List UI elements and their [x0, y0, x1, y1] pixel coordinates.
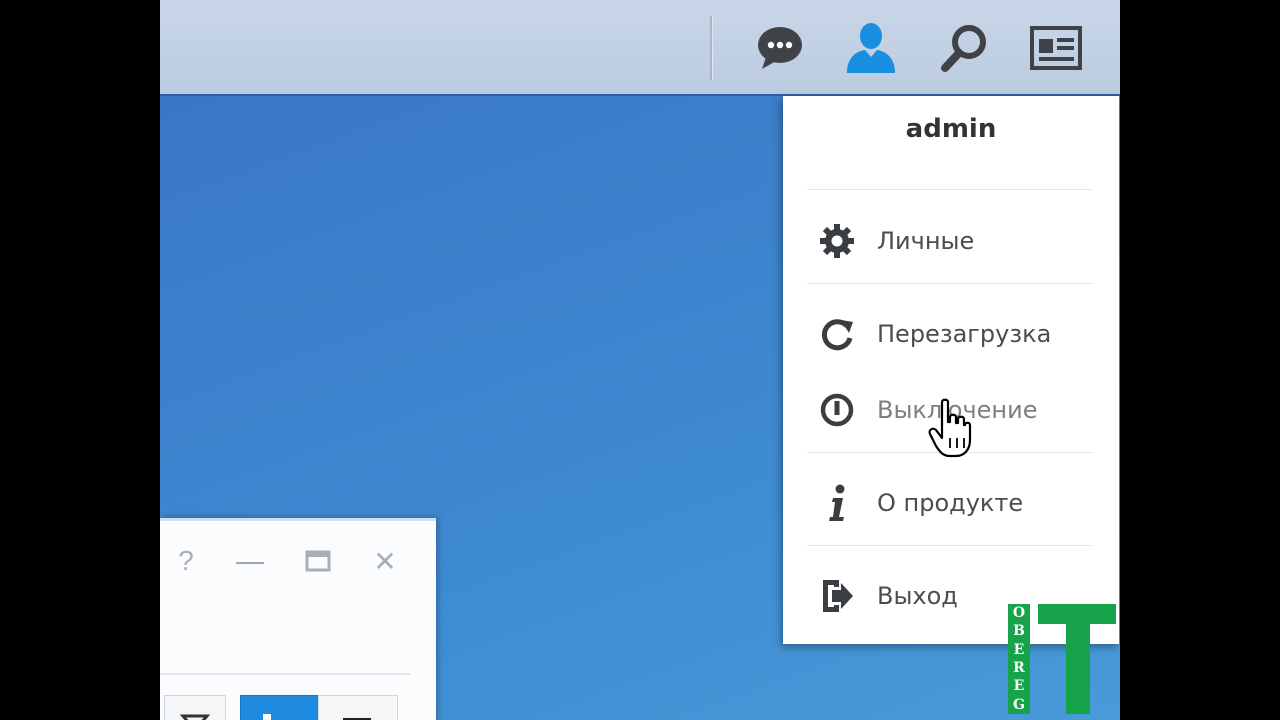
menu-item-label: Выключение: [877, 396, 1038, 424]
search-icon[interactable]: [936, 20, 992, 76]
chat-icon[interactable]: [751, 20, 807, 76]
maximize-button[interactable]: [298, 541, 338, 581]
menu-item-restart[interactable]: Перезагрузка: [807, 304, 1097, 364]
watermark-letter: R: [1013, 660, 1025, 677]
menu-item-shutdown[interactable]: Выключение: [807, 380, 1097, 440]
watermark-t-stem: [1066, 622, 1090, 714]
window-divider: [160, 673, 410, 675]
logout-icon: [817, 576, 857, 616]
watermark-letter: E: [1013, 678, 1025, 695]
menu-divider: [807, 452, 1093, 453]
info-icon: [817, 483, 857, 523]
watermark-letters: O B E R E G: [1008, 604, 1030, 714]
taskbar: [160, 0, 1120, 96]
menu-divider: [807, 545, 1093, 546]
view-list-button[interactable]: [240, 695, 320, 720]
menu-item-personal[interactable]: Личные: [807, 211, 1097, 271]
minimize-button[interactable]: —: [230, 541, 270, 581]
app-window: ? — ✕: [160, 518, 436, 720]
menu-item-label: Личные: [877, 227, 975, 255]
restart-icon: [817, 314, 857, 354]
watermark-letter: G: [1013, 696, 1025, 713]
menu-divider: [807, 189, 1093, 190]
help-button[interactable]: ?: [166, 541, 206, 581]
watermark-logo: O B E R E G: [1008, 604, 1118, 714]
power-icon: [817, 390, 857, 430]
watermark-letter: B: [1013, 623, 1025, 640]
widgets-icon[interactable]: [1028, 20, 1084, 76]
view-grid-button[interactable]: [318, 695, 398, 720]
watermark-letter: E: [1013, 641, 1025, 658]
menu-divider: [807, 283, 1093, 284]
watermark-t-bar: [1038, 604, 1116, 624]
menu-item-label: Перезагрузка: [877, 320, 1052, 348]
gear-icon: [817, 221, 857, 261]
username: admin: [905, 114, 997, 144]
filter-button[interactable]: [164, 695, 226, 720]
menu-item-label: Выход: [877, 582, 958, 610]
menu-item-label: О продукте: [877, 489, 1024, 517]
taskbar-separator: [710, 16, 713, 80]
close-button[interactable]: ✕: [365, 541, 405, 581]
desktop: ? — ✕ admin Личные Перезагрузка Выключен…: [160, 0, 1120, 720]
user-icon[interactable]: [843, 20, 899, 76]
user-menu: admin Личные Перезагрузка Выключение О п…: [783, 96, 1119, 644]
menu-item-about[interactable]: О продукте: [807, 473, 1097, 533]
watermark-letter: O: [1012, 605, 1026, 622]
